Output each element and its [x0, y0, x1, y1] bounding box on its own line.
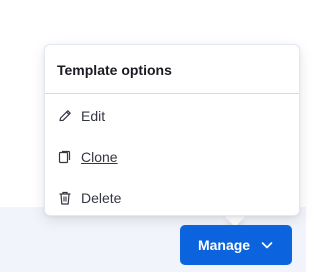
edit-menu-item[interactable]: Edit	[57, 103, 105, 129]
manage-button[interactable]: Manage	[180, 225, 292, 265]
copy-icon	[57, 149, 73, 165]
clone-label: Clone	[81, 149, 118, 165]
delete-label: Delete	[81, 190, 122, 206]
delete-menu-item[interactable]: Delete	[57, 185, 121, 211]
manage-label: Manage	[197, 237, 251, 253]
trash-icon	[57, 190, 73, 206]
popover-title: Template options	[57, 62, 172, 78]
edit-label: Edit	[81, 108, 106, 124]
divider	[45, 93, 299, 94]
chevron-down-icon	[260, 238, 274, 252]
template-options-popover: Template options Edit Clone Delete	[44, 44, 300, 216]
pencil-icon	[57, 108, 73, 124]
clone-menu-item[interactable]: Clone	[57, 144, 118, 170]
